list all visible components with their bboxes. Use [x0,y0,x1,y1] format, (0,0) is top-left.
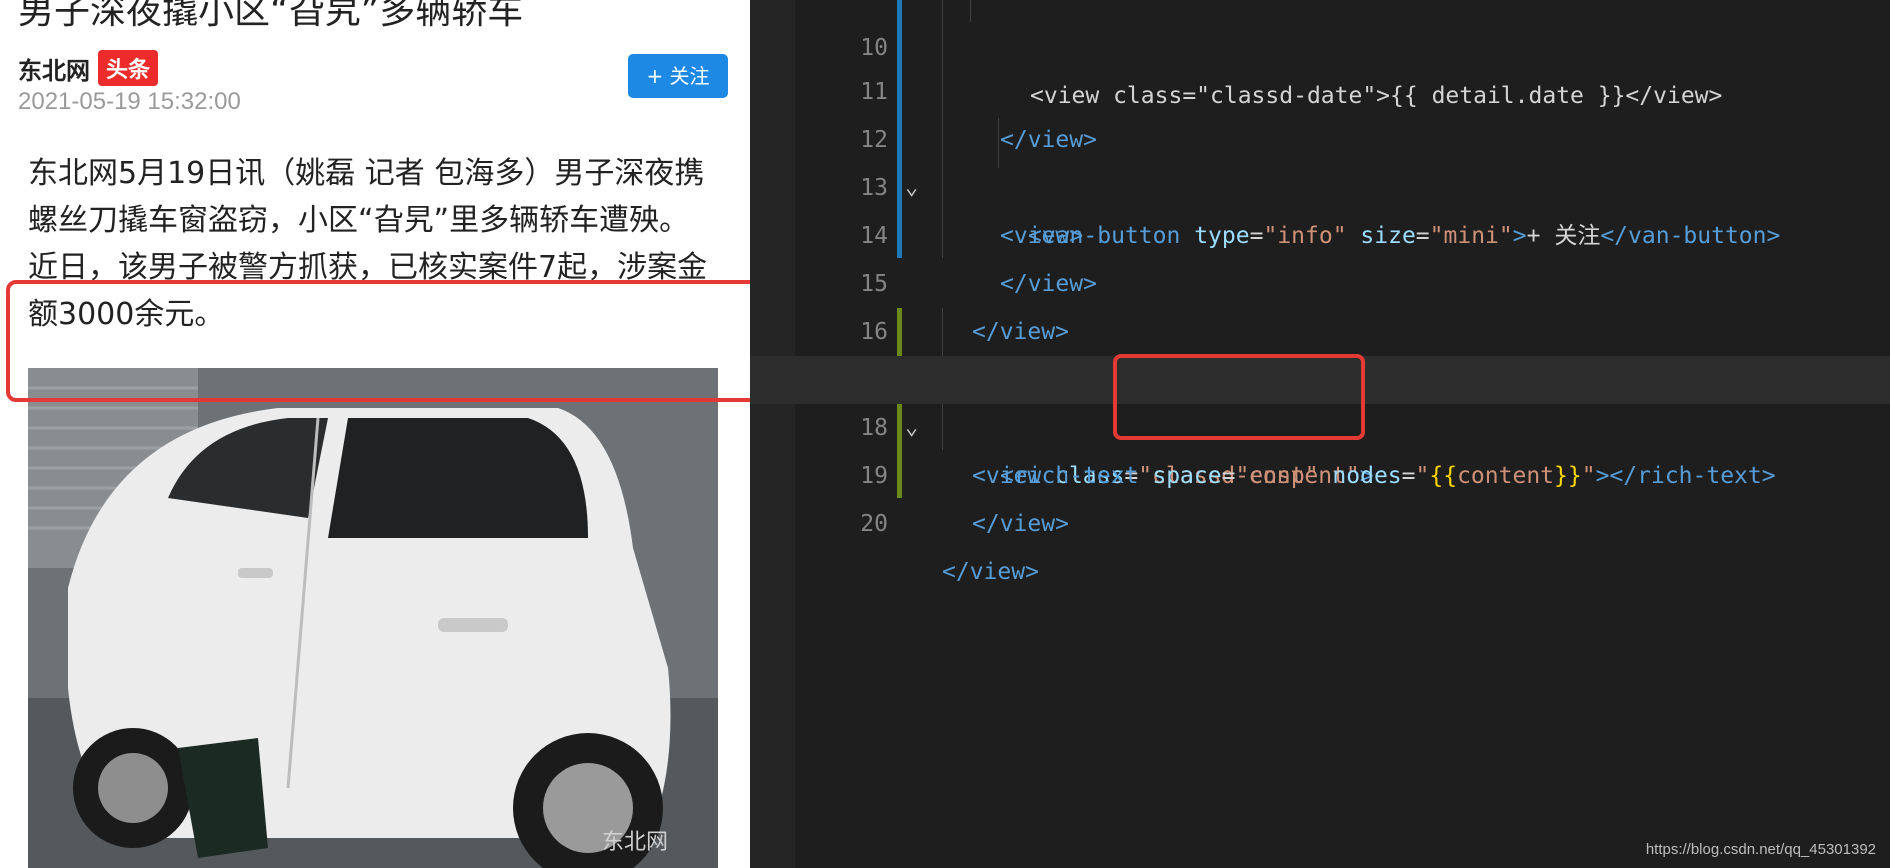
article-preview-panel: 男子深夜撬小区“旮旯”多辆轿车 东北网 头条 2021-05-19 15:32:… [0,0,750,868]
line-number: 20 [860,511,888,537]
source-row: 东北网 头条 [18,50,159,86]
headline-badge: 头条 [98,50,159,86]
highlight-box-content [6,280,750,402]
article-photo: 东北网 [28,368,718,868]
publish-date: 2021-05-19 15:32:00 [18,88,241,115]
code-line-14[interactable]: 14 </view> [750,164,1890,297]
code-line-13[interactable]: 13 <van-button type="info" size="mini">+… [750,116,1890,249]
code-line-11[interactable]: 11 </view> [750,20,1890,153]
code-line-15[interactable]: 15 </view> [750,212,1890,345]
photo-watermark: 东北网 [601,830,668,855]
follow-button[interactable]: + 关注 [628,54,728,98]
article-title: 男子深夜撬小区“旮旯”多辆轿车 [18,0,524,32]
code-line-20[interactable]: 20 </view> [750,452,1890,585]
watermark-credit: https://blog.csdn.net/qq_45301392 [1645,841,1876,858]
car-photo-illustration [28,368,718,868]
source-name[interactable]: 东北网 [18,51,90,86]
highlight-box-space-attr [1113,354,1365,440]
code-line-16[interactable]: 16 [750,260,1890,345]
code-line-12[interactable]: 12 ⌄ <view> [750,68,1890,249]
code-line-17[interactable]: 17 ⌄ <view class="classd-content"> [750,308,1890,489]
